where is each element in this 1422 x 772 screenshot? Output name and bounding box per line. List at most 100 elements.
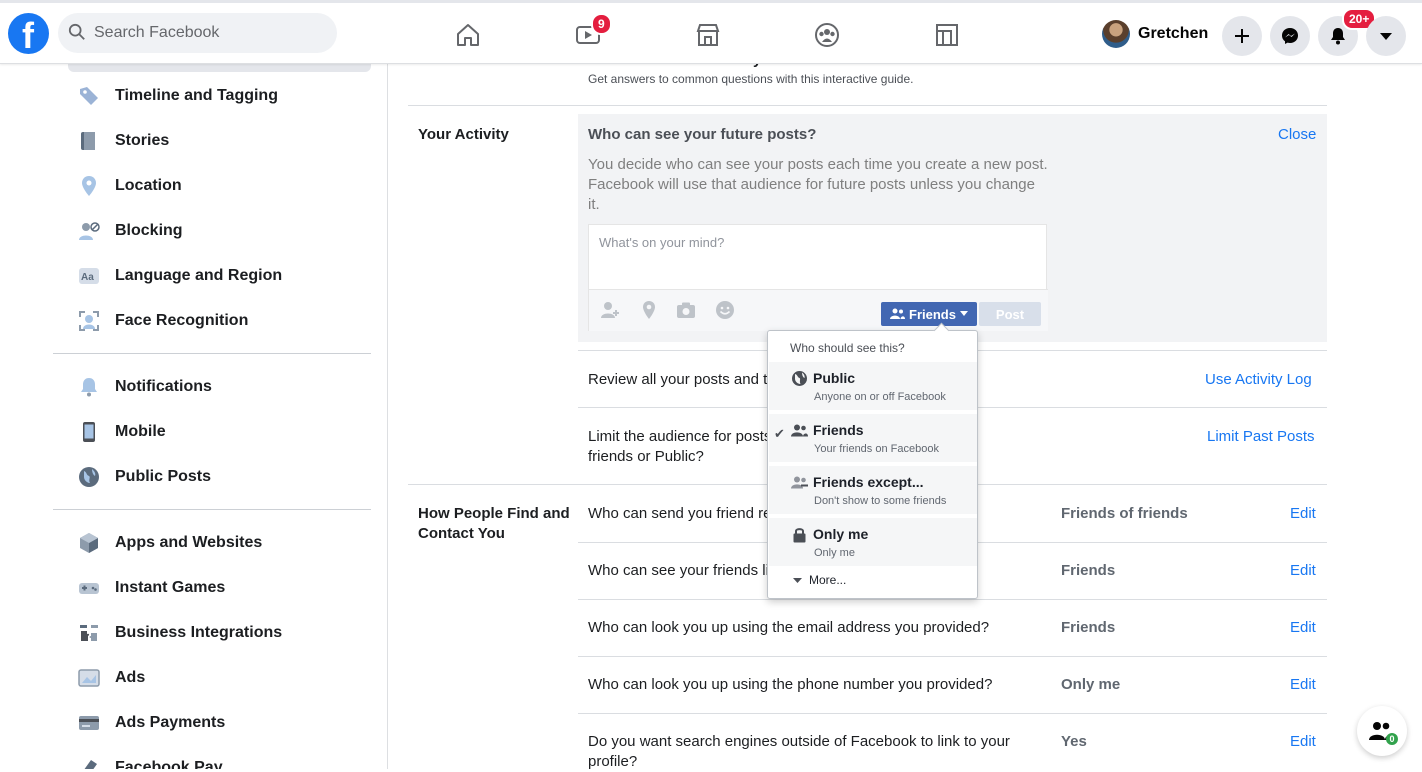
sidebar-item-business-integrations[interactable]: Business Integrations [76,613,376,653]
search-box[interactable] [58,13,337,53]
sidebar-item-label: Mobile [115,423,166,440]
svg-text:Aa: Aa [81,272,94,283]
use-activity-log-link[interactable]: Use Activity Log [1205,370,1312,390]
friends-list-value: Friends [1061,562,1116,579]
sidebar-item-label: Business Integrations [115,624,283,641]
privacy-basics-subtitle: Get answers to common questions with thi… [588,72,914,86]
sidebar-item-public-posts[interactable]: Public Posts [76,457,376,497]
home-icon [457,24,479,46]
audience-selector-label: Friends [909,306,956,322]
sidebar-item-timeline-tagging[interactable]: Timeline and Tagging [76,76,376,116]
audience-option-friends[interactable]: ✔ Friends Your friends on Facebook [769,414,977,462]
section-label-your-activity: Your Activity [418,126,509,143]
audience-option-more[interactable]: More... [793,573,846,587]
option-title: Public [813,370,856,386]
bell-icon [1331,28,1345,45]
home-tab[interactable] [413,9,523,61]
friends-list-question: Who can see your friends li [588,562,769,579]
check-in-icon[interactable] [638,299,660,321]
account-menu-button[interactable] [1366,16,1406,56]
audience-option-public[interactable]: Public Anyone on or off Facebook [769,362,977,410]
dropdown-header: Who should see this? [790,341,905,355]
profile-button[interactable]: Gretchen [1098,16,1216,52]
sidebar-item-mobile[interactable]: Mobile [76,412,376,452]
phone-icon [83,422,95,442]
email-lookup-question: Who can look you up using the email addr… [588,619,990,636]
sidebar-item-apps-websites[interactable]: Apps and Websites [76,523,376,563]
online-count-badge: 0 [1386,733,1398,745]
messenger-button[interactable] [1270,16,1310,56]
search-engine-value: Yes [1061,733,1087,750]
search-input[interactable] [94,13,324,53]
camera-icon[interactable] [675,299,697,321]
friend-request-value: Friends of friends [1061,505,1188,522]
caret-down-icon [793,578,802,583]
marketplace-tab[interactable] [653,9,763,61]
sidebar-item-stories[interactable]: Stories [76,121,376,161]
new-chat-button[interactable]: 0 [1357,706,1407,756]
close-link[interactable]: Close [1278,125,1316,145]
post-composer[interactable]: What's on your mind? Friends Post [588,224,1048,331]
search-engine-question-line1: Do you want search engines outside of Fa… [588,733,1010,750]
audience-option-friends-except[interactable]: Friends except... Don't show to some fri… [769,466,977,514]
post-button[interactable]: Post [979,302,1041,326]
settings-sidebar: Timeline and Tagging Stories Location Bl… [0,64,388,769]
sidebar-divider [53,353,371,354]
logo-letter: f [22,15,34,56]
sidebar-item-instant-games[interactable]: Instant Games [76,568,376,608]
sidebar-item-face-recognition[interactable]: Face Recognition [76,301,376,341]
credit-card-icon [79,716,99,730]
phone-lookup-edit-link[interactable]: Edit [1290,675,1316,695]
sidebar-item-label: Ads Payments [115,714,226,731]
sidebar-item-facebook-pay[interactable]: Facebook Pay [76,748,376,769]
composer-placeholder[interactable]: What's on your mind? [599,235,724,250]
lock-icon [793,528,806,543]
limit-past-posts-link[interactable]: Limit Past Posts [1207,427,1315,447]
sidebar-item-ads-payments[interactable]: Ads Payments [76,703,376,743]
email-lookup-edit-link[interactable]: Edit [1290,618,1316,638]
audience-selector-button[interactable]: Friends [881,302,977,326]
sidebar-item-blocking[interactable]: Blocking [76,211,376,251]
facebook-logo[interactable]: f [8,13,49,56]
selected-item-highlight [68,64,371,72]
puzzle-icon [80,625,98,641]
friends-list-edit-link[interactable]: Edit [1290,561,1316,581]
create-button[interactable] [1222,16,1262,56]
future-posts-panel: Who can see your future posts? Close You… [578,114,1327,342]
groups-tab[interactable] [772,9,882,61]
search-engine-edit-link[interactable]: Edit [1290,732,1316,752]
sidebar-item-label: Face Recognition [115,312,249,329]
location-pin-icon [82,176,96,196]
friend-request-edit-link[interactable]: Edit [1290,504,1316,524]
limit-audience-text-line1: Limit the audience for posts [588,428,772,445]
sidebar-item-notifications[interactable]: Notifications [76,367,376,407]
emoji-icon[interactable] [714,299,736,321]
marketplace-icon [696,24,720,46]
review-posts-text: Review all your posts and th [588,371,776,388]
ads-icon [78,669,100,687]
caret-down-icon [1380,33,1392,40]
language-icon: Aa [79,268,99,284]
pay-icon [84,760,97,769]
option-title: Friends [813,422,864,438]
sidebar-item-label: Instant Games [115,579,226,596]
notifications-button[interactable]: 20+ [1318,8,1377,56]
sidebar-item-location[interactable]: Location [76,166,376,206]
section-divider [408,105,1327,106]
sidebar-item-label: Notifications [115,378,212,395]
sidebar-item-ads[interactable]: Ads [76,658,376,698]
friend-request-question: Who can send you friend re [588,505,772,522]
gaming-tab[interactable] [892,9,1002,61]
sidebar-item-label: Location [115,177,182,194]
sidebar-item-label: Apps and Websites [115,534,263,551]
tag-friends-icon[interactable] [599,299,621,321]
more-label: More... [809,573,847,587]
option-title: Only me [813,526,869,542]
sidebar-item-label: Stories [115,132,170,149]
checkmark-icon: ✔ [774,426,785,441]
watch-tab[interactable]: 9 [533,9,643,61]
audience-option-only-me[interactable]: Only me Only me [769,518,977,566]
sidebar-item-language-region[interactable]: Aa Language and Region [76,256,376,296]
profile-name: Gretchen [1138,25,1209,42]
phone-lookup-value: Only me [1061,676,1121,693]
